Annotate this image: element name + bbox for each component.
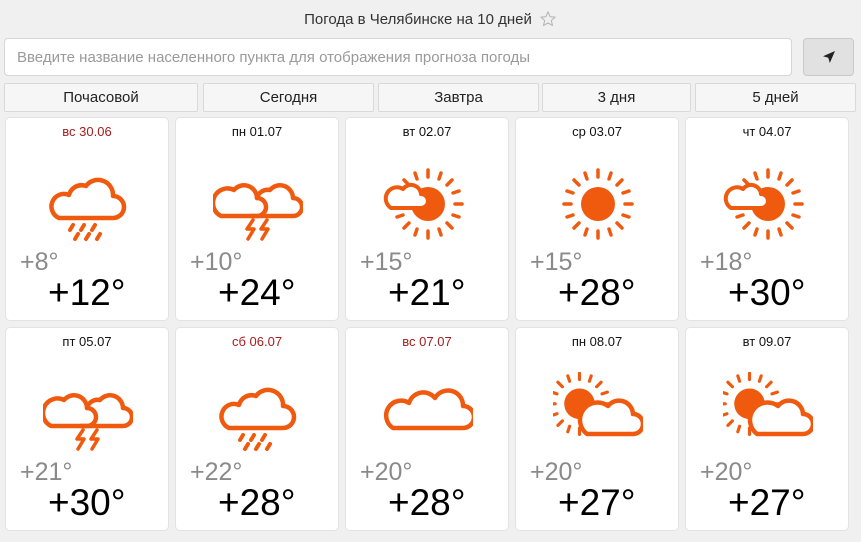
tab-today[interactable]: Сегодня xyxy=(203,83,374,112)
day-date: вт 02.07 xyxy=(402,124,452,139)
max-temperature: +27° xyxy=(728,482,806,523)
tab-hourly[interactable]: Почасовой xyxy=(4,83,198,112)
tab-label: Почасовой xyxy=(63,89,139,106)
day-forecast-card[interactable]: вс 30.06 +8° +12° xyxy=(5,117,169,321)
day-forecast-card[interactable]: вс 07.07 +20° +28° xyxy=(345,327,509,531)
max-temperature: +28° xyxy=(388,482,466,523)
cloud-rain-icon xyxy=(43,162,133,241)
max-temperature: +27° xyxy=(558,482,636,523)
day-forecast-card[interactable]: вт 02.07 +15° +21° xyxy=(345,117,509,321)
location-arrow-icon xyxy=(822,51,835,63)
search-row xyxy=(4,38,856,78)
tab-3-days[interactable]: 3 дня xyxy=(542,83,691,112)
sun-behind-cloud-icon xyxy=(553,372,643,437)
max-temperature: +21° xyxy=(388,272,466,313)
day-date: вт 09.07 xyxy=(742,334,792,349)
day-forecast-card[interactable]: чт 04.07 +18° +30° xyxy=(685,117,849,321)
max-temperature: +12° xyxy=(48,272,126,313)
cloud-rain-icon xyxy=(213,372,303,451)
max-temperature: +30° xyxy=(48,482,126,523)
max-temperature: +28° xyxy=(218,482,296,523)
max-temperature: +30° xyxy=(728,272,806,313)
day-date: пт 05.07 xyxy=(62,334,112,349)
cloud-thunderstorm-icon xyxy=(43,393,133,451)
day-date: вс 30.06 xyxy=(62,124,112,139)
tab-label: 3 дня xyxy=(597,89,636,106)
day-forecast-card[interactable]: вт 09.07 +20° +27° xyxy=(685,327,849,531)
locate-button[interactable] xyxy=(803,38,854,76)
sun-icon xyxy=(562,168,634,240)
page-header: Погода в Челябинске на 10 дней xyxy=(0,0,861,38)
page-title: Погода в Челябинске на 10 дней xyxy=(304,10,532,28)
sun-small-cloud-icon xyxy=(723,168,804,240)
tab-tomorrow[interactable]: Завтра xyxy=(378,83,539,112)
day-date: пн 01.07 xyxy=(231,124,283,139)
day-date: вс 07.07 xyxy=(402,334,452,349)
cloud-icon xyxy=(383,388,473,431)
day-forecast-card[interactable]: пн 08.07 +20° +27° xyxy=(515,327,679,531)
day-date: сб 06.07 xyxy=(231,334,283,349)
day-forecast-card[interactable]: пт 05.07 +21° +30° xyxy=(5,327,169,531)
day-date: пн 08.07 xyxy=(571,334,623,349)
tab-5-days[interactable]: 5 дней xyxy=(695,83,856,112)
star-outline-icon[interactable] xyxy=(539,10,557,28)
tab-label: 5 дней xyxy=(752,89,799,106)
day-date: чт 04.07 xyxy=(742,124,792,139)
day-forecast-card[interactable]: сб 06.07 +22° +28° xyxy=(175,327,339,531)
day-forecast-card[interactable]: пн 01.07 +10° +24° xyxy=(175,117,339,321)
sun-behind-cloud-icon xyxy=(723,372,813,437)
sun-small-cloud-icon xyxy=(383,168,464,240)
tab-label: Сегодня xyxy=(259,89,318,106)
forecast-period-tabs: Почасовой Сегодня Завтра 3 дня 5 дней xyxy=(4,83,856,113)
cloud-thunderstorm-icon xyxy=(213,183,303,241)
max-temperature: +28° xyxy=(558,272,636,313)
day-date: ср 03.07 xyxy=(572,124,622,139)
tab-label: Завтра xyxy=(434,89,483,106)
location-search-input[interactable] xyxy=(4,38,792,76)
day-forecast-card[interactable]: ср 03.07 +15° +28° xyxy=(515,117,679,321)
max-temperature: +24° xyxy=(218,272,296,313)
